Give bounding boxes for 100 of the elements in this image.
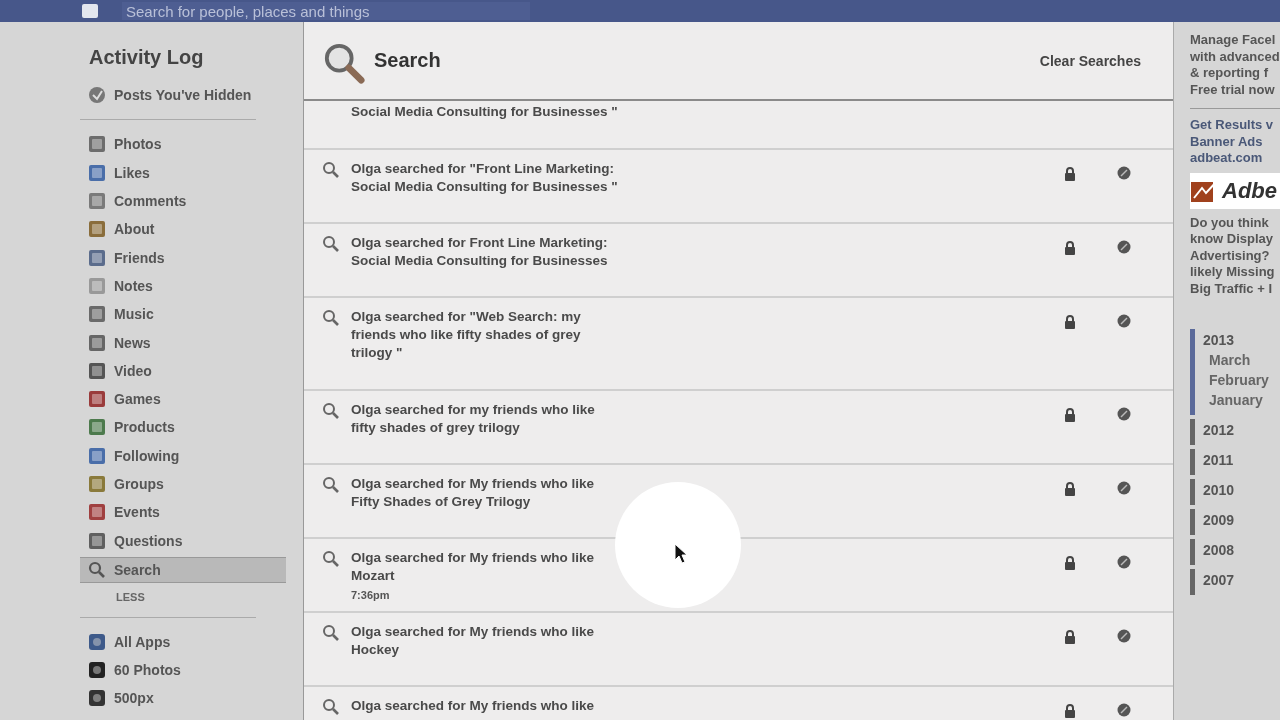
app-icon (88, 632, 106, 651)
search-entry-text: Olga searched for my friends who like fifty shades of grey trilogy (351, 401, 596, 437)
block-icon[interactable] (1117, 314, 1131, 328)
sidebar-item[interactable]: Notes (80, 271, 286, 301)
sidebar-item[interactable]: 500px (80, 684, 286, 713)
timeline-year[interactable]: 2007 (1190, 569, 1280, 595)
sidebar-item[interactable]: 60 Photos (80, 656, 286, 685)
search-entry-text: Olga searched for My friends who like Mozart (351, 549, 596, 585)
sidebar-item[interactable]: Groups (80, 469, 286, 499)
ad-text-line: with advanced (1190, 48, 1280, 65)
lock-icon[interactable] (1064, 556, 1076, 570)
sidebar-item[interactable]: Games (80, 384, 286, 414)
app-icon (88, 390, 106, 409)
search-icon (322, 235, 340, 253)
sidebar-item[interactable]: All Apps (80, 627, 286, 657)
sidebar-item[interactable]: Following (80, 441, 286, 470)
sidebar-item-label: Posts You've Hidden (114, 87, 252, 104)
block-icon[interactable] (1117, 240, 1131, 254)
sidebar-item[interactable]: Products (80, 413, 286, 442)
search-entry-text: Olga searched for "Front Line Marketing: Social Media Consulting for Businesses " (351, 160, 619, 196)
logo-icon (82, 4, 98, 18)
sidebar-item[interactable]: Music (80, 300, 286, 329)
lock-icon[interactable] (1064, 630, 1076, 644)
ad-title-line[interactable]: Get Results v (1190, 117, 1280, 134)
hidden-icon (88, 86, 106, 105)
timeline-year[interactable]: 2013 March February January (1190, 329, 1280, 415)
app-icon (88, 531, 106, 550)
timeline-year[interactable]: 2011 (1190, 449, 1280, 475)
app-icon (88, 446, 106, 465)
sidebar-item[interactable]: Posts You've Hidden (80, 81, 286, 110)
app-icon (88, 248, 106, 267)
sidebar-item[interactable]: Comments (80, 186, 286, 216)
less-link[interactable]: LESS (80, 584, 286, 607)
search-entry-text: Social Media Consulting for Businesses " (351, 103, 618, 121)
app-icon (88, 333, 106, 352)
timeline-year[interactable]: 2010 (1190, 479, 1280, 505)
ad-title-line[interactable]: Banner Ads (1190, 133, 1280, 150)
month-link[interactable]: January (1203, 390, 1280, 410)
month-link[interactable]: March (1203, 350, 1280, 370)
search-entry-text: Olga searched for Front Line Marketing: Social Media Consulting for Businesses (351, 234, 609, 270)
app-icon (88, 361, 106, 380)
sidebar-item[interactable]: Friends (80, 243, 286, 272)
lock-icon[interactable] (1064, 408, 1076, 422)
block-icon[interactable] (1117, 407, 1131, 421)
app-icon (88, 135, 106, 154)
app-icon (88, 475, 106, 493)
block-icon[interactable] (1117, 703, 1131, 717)
lock-icon[interactable] (1064, 167, 1076, 181)
app-icon (88, 192, 106, 211)
search-icon (88, 560, 106, 579)
ad-text-line: Advertising? (1190, 247, 1271, 264)
lock-icon[interactable] (1064, 241, 1076, 255)
ad-text-line: Free trial now (1190, 81, 1276, 98)
year-label: 2012 (1203, 421, 1236, 440)
app-icon (88, 305, 106, 324)
year-label: 2009 (1203, 511, 1236, 530)
year-label: 2007 (1203, 571, 1236, 590)
sidebar-item[interactable]: Events (80, 498, 286, 527)
block-icon[interactable] (1117, 555, 1131, 569)
search-icon (322, 624, 340, 642)
timeline-year[interactable]: 2008 (1190, 539, 1280, 565)
ad-url[interactable]: adbeat.com (1190, 150, 1280, 167)
app-icon (88, 276, 106, 295)
search-entry-text: Olga searched for My friends who like Fifty Shades of Grey Trilogy (351, 475, 596, 511)
block-icon[interactable] (1117, 629, 1131, 643)
search-icon (322, 41, 366, 84)
sidebar-item[interactable]: News (80, 328, 286, 357)
app-icon (88, 503, 106, 522)
app-icon (88, 689, 106, 708)
year-label: 2011 (1203, 451, 1235, 470)
section-title: Search (374, 49, 442, 72)
lock-icon[interactable] (1064, 482, 1076, 496)
search-icon (322, 550, 340, 568)
clear-searches-button[interactable]: Clear Searches (1035, 48, 1145, 73)
block-icon[interactable] (1117, 481, 1131, 495)
search-icon (322, 402, 340, 420)
ad-text-line: Do you think (1190, 214, 1270, 231)
app-icon (88, 418, 106, 437)
lock-icon[interactable] (1064, 704, 1076, 718)
sidebar-item[interactable]: Search (80, 556, 286, 583)
month-link[interactable]: February (1203, 370, 1280, 390)
lock-icon[interactable] (1064, 315, 1076, 329)
block-icon[interactable] (1117, 166, 1131, 180)
sidebar-item[interactable]: About (80, 215, 286, 244)
timeline-year[interactable]: 2012 (1190, 419, 1280, 445)
year-label: 2013 (1203, 331, 1236, 350)
timeline-year[interactable]: 2009 (1190, 509, 1280, 535)
search-icon (322, 309, 340, 327)
sidebar-item[interactable]: Video (80, 356, 286, 385)
sidebar-item[interactable]: Questions (80, 526, 286, 555)
app-icon (88, 220, 106, 239)
year-label: 2010 (1203, 481, 1236, 500)
pointer-icon (674, 543, 688, 565)
search-icon (322, 161, 340, 179)
app-icon (88, 163, 106, 182)
search-field[interactable]: Search for people, places and things (122, 2, 530, 20)
ad-text-line: know Display (1190, 231, 1275, 248)
sidebar-item[interactable]: Photos (80, 130, 286, 159)
sidebar-item[interactable]: Likes (80, 158, 286, 187)
timestamp: 7:36pm (351, 589, 391, 601)
